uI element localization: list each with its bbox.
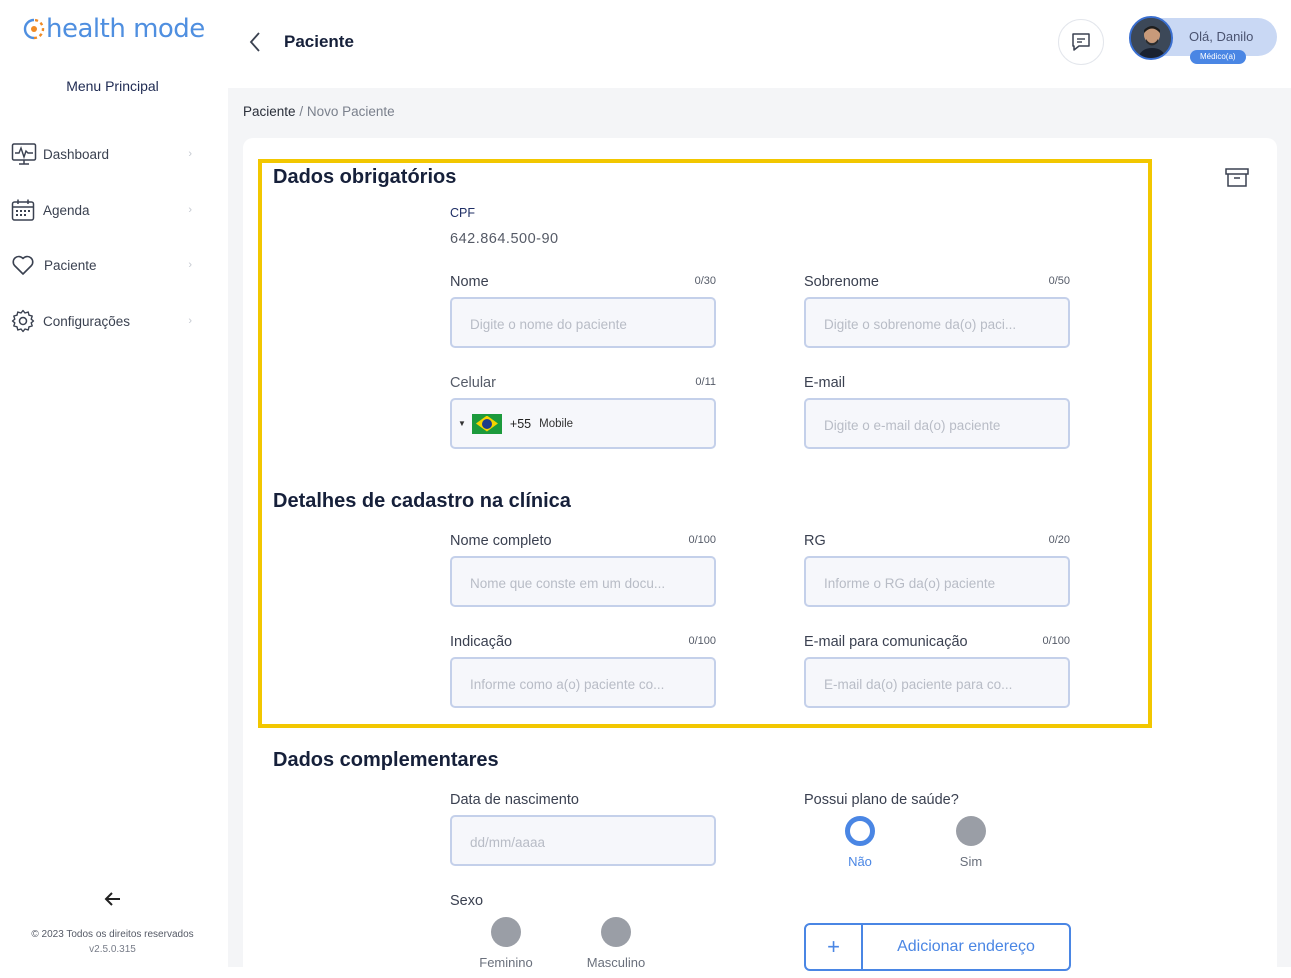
patient-form-card: Dados obrigatórios CPF 642.864.500-90 No… (243, 138, 1277, 978)
menu-title: Menu Principal (66, 78, 159, 94)
chat-button[interactable] (1058, 19, 1104, 65)
nome-completo-placeholder: Nome que conste em um docu... (470, 576, 666, 591)
plus-icon: + (806, 925, 863, 969)
plano-sim-radio[interactable] (956, 816, 986, 846)
nascimento-label: Data de nascimento (450, 792, 579, 808)
plano-nao-radio[interactable] (845, 816, 875, 846)
nome-completo-input[interactable]: Nome que conste em um docu... (450, 556, 716, 607)
plano-saude-label: Possui plano de saúde? (804, 792, 959, 808)
indicacao-placeholder: Informe como a(o) paciente co... (470, 677, 665, 692)
email-comunicacao-input[interactable]: E-mail da(o) paciente para co... (804, 657, 1070, 708)
dial-code: +55 (509, 416, 532, 431)
cpf-label: CPF (450, 206, 475, 220)
nascimento-placeholder: dd/mm/aaaa (470, 835, 546, 850)
add-address-label: Adicionar endereço (897, 938, 1035, 955)
rg-label: RG (804, 533, 826, 549)
sidebar-item-label: Agenda (43, 202, 90, 218)
indicacao-counter: 0/100 (688, 635, 716, 647)
sexo-label: Sexo (450, 893, 484, 909)
plano-sim-label: Sim (959, 854, 983, 869)
sidebar-item-configuracoes[interactable]: Configurações › (11, 307, 196, 335)
sidebar-item-agenda[interactable]: Agenda › (11, 196, 196, 224)
calendar-icon (11, 197, 35, 223)
section-title-complementary: Dados complementares (273, 749, 499, 771)
nome-completo-counter: 0/100 (688, 534, 716, 546)
back-chevron-icon[interactable] (244, 29, 268, 55)
email-placeholder: Digite o e-mail da(o) paciente (824, 418, 1001, 433)
email-comunicacao-label: E-mail para comunicação (804, 634, 968, 650)
chat-icon (1072, 33, 1090, 51)
sidebar-item-label: Configurações (43, 313, 131, 329)
sexo-masculino-radio[interactable] (601, 917, 631, 947)
sidebar-item-paciente[interactable]: Paciente › (11, 251, 196, 279)
sidebar: health mode Menu Principal Dashboard › A… (0, 0, 228, 967)
rg-input[interactable]: Informe o RG da(o) paciente (804, 556, 1070, 607)
heart-icon (11, 252, 35, 278)
sobrenome-label: Sobrenome (804, 274, 879, 290)
user-menu[interactable]: Olá, Danilo Médico(a) (1129, 16, 1277, 64)
phone-type: Mobile (539, 417, 574, 430)
sexo-masculino-label: Masculino (586, 955, 646, 970)
chevron-right-icon: › (188, 315, 192, 327)
nome-label: Nome (450, 274, 489, 290)
copyright-text: © 2023 Todos os direitos reservados (31, 929, 194, 940)
collapse-sidebar-arrow-icon[interactable] (102, 888, 124, 910)
nome-input[interactable]: Digite o nome do paciente (450, 297, 716, 348)
cpf-value: 642.864.500-90 (450, 231, 559, 247)
email-comunicacao-placeholder: E-mail da(o) paciente para co... (824, 677, 1013, 692)
rg-counter: 0/20 (1048, 534, 1070, 546)
brazil-flag-icon[interactable] (471, 413, 502, 434)
version-text: v2.5.0.315 (89, 944, 136, 955)
archive-icon[interactable] (1224, 166, 1250, 190)
role-badge: Médico(a) (1190, 50, 1246, 64)
nome-completo-label: Nome completo (450, 533, 552, 549)
chevron-right-icon: › (188, 148, 192, 160)
section-title-clinic: Detalhes de cadastro na clínica (273, 490, 571, 512)
celular-input[interactable]: ▼ +55 Mobile (450, 398, 716, 449)
breadcrumb: Paciente / Novo Paciente (243, 104, 395, 119)
logo[interactable]: health mode (22, 14, 205, 44)
breadcrumb-root[interactable]: Paciente (243, 104, 296, 119)
celular-counter: 0/11 (695, 376, 716, 388)
plano-nao-label: Não (848, 854, 872, 869)
nome-placeholder: Digite o nome do paciente (470, 317, 627, 332)
header: Paciente Olá, Danilo Médico(a) (228, 0, 1291, 88)
chevron-right-icon: › (188, 204, 192, 216)
email-input[interactable]: Digite o e-mail da(o) paciente (804, 398, 1070, 449)
sidebar-item-label: Paciente (44, 257, 97, 273)
copyright: © 2023 Todos os direitos reservados v2.5… (0, 927, 225, 957)
sobrenome-counter: 0/50 (1048, 275, 1070, 287)
sobrenome-input[interactable]: Digite o sobrenome da(o) paci... (804, 297, 1070, 348)
gear-icon (11, 308, 35, 334)
add-address-button[interactable]: + Adicionar endereço (804, 923, 1071, 971)
sobrenome-placeholder: Digite o sobrenome da(o) paci... (824, 317, 1017, 332)
nome-counter: 0/30 (694, 275, 716, 287)
main-content: Paciente / Novo Paciente Dados obrigatór… (228, 88, 1291, 978)
page-title: Paciente (284, 32, 354, 51)
breadcrumb-current: Novo Paciente (306, 104, 395, 119)
nascimento-input[interactable]: dd/mm/aaaa (450, 815, 716, 866)
sidebar-item-dashboard[interactable]: Dashboard › (11, 140, 196, 168)
indicacao-label: Indicação (450, 634, 513, 650)
indicacao-input[interactable]: Informe como a(o) paciente co... (450, 657, 716, 708)
chevron-right-icon: › (188, 259, 192, 271)
logo-text: health mode (46, 14, 205, 44)
sexo-feminino-radio[interactable] (491, 917, 521, 947)
monitor-icon (11, 141, 37, 167)
section-title-required: Dados obrigatórios (273, 166, 457, 188)
caret-down-icon[interactable]: ▼ (458, 419, 466, 428)
rg-placeholder: Informe o RG da(o) paciente (824, 576, 996, 591)
email-comunicacao-counter: 0/100 (1042, 635, 1070, 647)
sexo-feminino-label: Feminino (479, 955, 533, 970)
sidebar-item-label: Dashboard (43, 146, 110, 162)
email-label: E-mail (804, 375, 846, 391)
health-mode-logo-icon (23, 18, 45, 40)
breadcrumb-separator: / (299, 104, 304, 119)
user-greeting: Olá, Danilo (1189, 29, 1254, 44)
avatar (1129, 16, 1173, 60)
celular-label: Celular (450, 375, 496, 391)
